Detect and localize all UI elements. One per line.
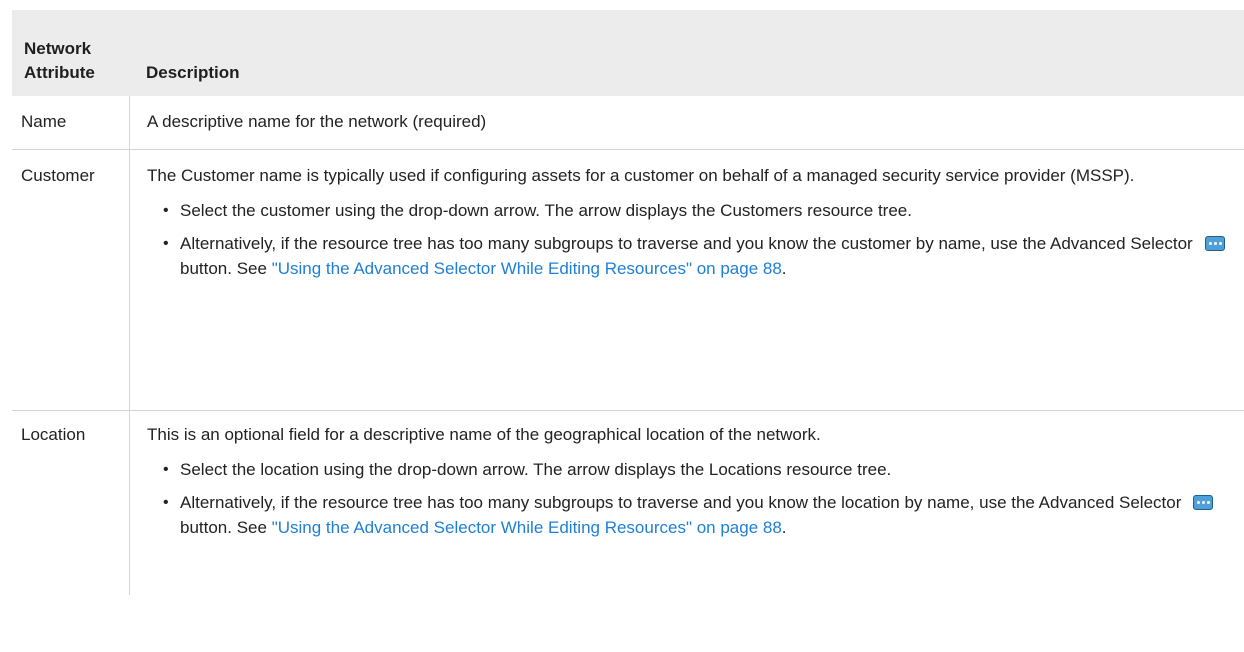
bullet-list: Select the location using the drop-down … [147, 457, 1234, 540]
bullet-list: Select the customer using the drop-down … [147, 198, 1234, 281]
table-row: Name A descriptive name for the network … [12, 96, 1244, 150]
list-item: Alternatively, if the resource tree has … [163, 231, 1234, 281]
attribute-cell: Location [12, 411, 130, 595]
list-item: Alternatively, if the resource tree has … [163, 490, 1234, 540]
advanced-selector-link[interactable]: "Using the Advanced Selector While Editi… [272, 518, 782, 537]
header-description: Description [146, 63, 240, 82]
table-header: Network Attribute Description [12, 10, 1244, 96]
attribute-cell: Customer [12, 150, 130, 410]
bullet-text-after-icon: button. See [180, 518, 267, 537]
bullet-text: Alternatively, if the resource tree has … [180, 234, 1193, 253]
ellipsis-button-icon [1204, 236, 1225, 251]
attribute-cell: Name [12, 96, 130, 149]
description-cell: This is an optional field for a descript… [130, 411, 1244, 595]
bullet-end: . [781, 259, 787, 278]
header-network-attribute: Network Attribute [12, 37, 130, 96]
table-row: Location This is an optional field for a… [12, 411, 1244, 595]
bullet-text-after-icon: button. See [180, 259, 267, 278]
description-cell: The Customer name is typically used if c… [130, 150, 1244, 410]
header-col1-line2: Attribute [24, 63, 95, 82]
header-col1-line1: Network [24, 39, 92, 58]
bullet-end: . [781, 518, 787, 537]
table-row: Customer The Customer name is typically … [12, 150, 1244, 411]
list-item: Select the location using the drop-down … [163, 457, 1234, 482]
description-cell: A descriptive name for the network (requ… [147, 112, 487, 131]
description-intro: The Customer name is typically used if c… [147, 166, 1135, 185]
network-attributes-table: Network Attribute Description Name A des… [12, 10, 1244, 595]
advanced-selector-link[interactable]: "Using the Advanced Selector While Editi… [272, 259, 782, 278]
list-item: Select the customer using the drop-down … [163, 198, 1234, 223]
description-intro: This is an optional field for a descript… [147, 425, 821, 444]
ellipsis-button-icon [1193, 495, 1214, 510]
bullet-text: Alternatively, if the resource tree has … [180, 493, 1182, 512]
